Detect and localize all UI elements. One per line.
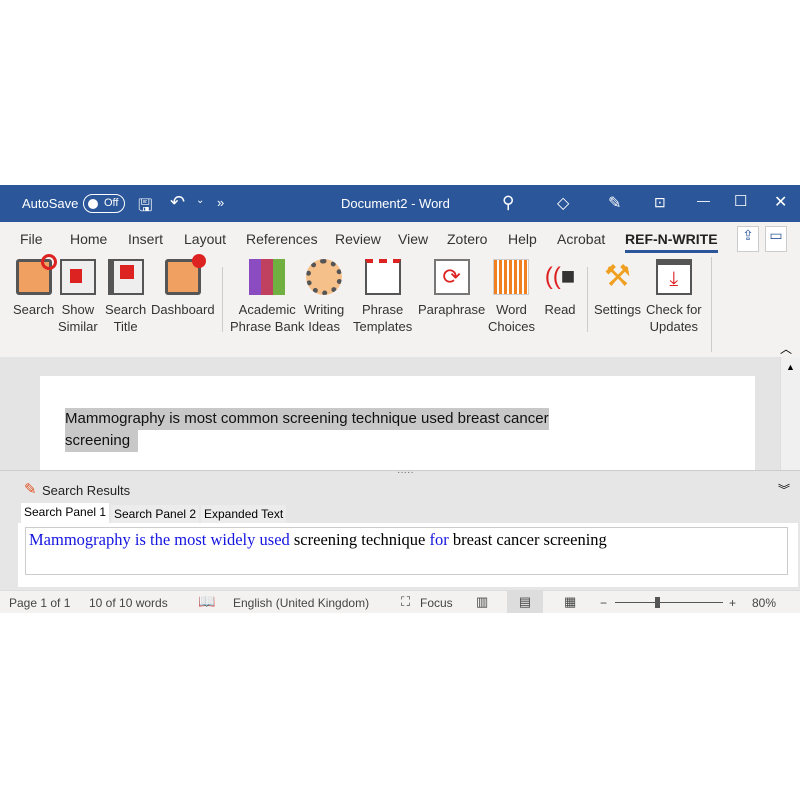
paraphrase-button[interactable]: ⟳ Paraphrase xyxy=(418,259,485,318)
undo-icon[interactable]: ↶ xyxy=(170,192,185,213)
bar-chart-icon xyxy=(493,259,530,295)
focus-button[interactable]: Focus xyxy=(420,596,453,610)
tab-review[interactable]: Review xyxy=(335,231,381,247)
ribbon-tabs: File Home Insert Layout References Revie… xyxy=(0,222,800,257)
focus-icon[interactable]: ⛶ xyxy=(401,594,410,610)
tab-layout[interactable]: Layout xyxy=(184,231,226,247)
word-count[interactable]: 10 of 10 words xyxy=(89,596,168,610)
pen-icon[interactable]: ✎ xyxy=(608,193,621,213)
tab-zotero[interactable]: Zotero xyxy=(447,231,487,247)
word-window: AutoSave Off 🖫 ↶ ⌄ » Document2 - Word ⚲ … xyxy=(0,185,800,613)
zoom-slider[interactable] xyxy=(615,597,723,608)
collapse-ribbon-icon[interactable]: ︿ xyxy=(780,340,792,357)
zoom-out-button[interactable]: − xyxy=(600,596,607,610)
result-text[interactable]: Mammography is the most widely used scre… xyxy=(25,527,788,575)
search-title-button[interactable]: Search Title xyxy=(105,259,146,335)
tab-insert[interactable]: Insert xyxy=(128,231,163,247)
tab-references[interactable]: References xyxy=(246,231,318,247)
pencil-icon: ✎ xyxy=(24,481,37,498)
tab-view[interactable]: View xyxy=(398,231,428,247)
autosave-toggle[interactable]: Off xyxy=(83,194,125,213)
zoom-slider-thumb[interactable] xyxy=(655,597,660,608)
comments-icon[interactable]: ▭ xyxy=(765,226,787,252)
show-similar-button[interactable]: Show Similar xyxy=(58,259,98,335)
autosave-label: AutoSave xyxy=(22,196,79,211)
document-area: Mammography is most common screening tec… xyxy=(0,357,780,470)
document-page[interactable]: Mammography is most common screening tec… xyxy=(40,376,755,470)
template-pencil-icon xyxy=(364,259,401,295)
tab-acrobat[interactable]: Acrobat xyxy=(557,231,605,247)
zoom-level[interactable]: 80% xyxy=(752,596,776,610)
save-icon[interactable]: 🖫 xyxy=(138,193,152,222)
proofing-icon[interactable]: 📖 xyxy=(198,593,215,610)
resize-handle[interactable]: ····· xyxy=(397,467,414,478)
tools-icon: ⚒ xyxy=(604,260,631,293)
language[interactable]: English (United Kingdom) xyxy=(233,596,369,610)
zoom-in-button[interactable]: + xyxy=(729,596,736,610)
scroll-up-icon[interactable]: ▲ xyxy=(781,362,795,372)
search-results-panel: ····· ✎ Search Results ︾ Search Panel 1 … xyxy=(0,467,800,590)
maximize-icon[interactable]: ☐ xyxy=(734,192,747,210)
tab-home[interactable]: Home xyxy=(70,231,107,247)
tab-search-panel-2[interactable]: Search Panel 2 xyxy=(111,505,200,523)
tab-file[interactable]: File xyxy=(20,231,43,247)
books-icon xyxy=(249,259,286,295)
collapse-panel-icon[interactable]: ︾ xyxy=(778,481,790,498)
undo-dropdown-icon[interactable]: ⌄ xyxy=(196,195,204,206)
separator xyxy=(222,267,223,332)
speaking-head-icon: ((■ xyxy=(544,263,576,290)
panel-title: Search Results xyxy=(42,483,131,498)
academic-phrase-bank-button[interactable]: Academic Phrase Bank xyxy=(230,259,304,335)
paraphrase-icon: ⟳ xyxy=(433,259,470,295)
separator xyxy=(587,267,588,332)
share-icon[interactable]: ⇪ xyxy=(737,226,759,252)
more-commands-icon[interactable]: » xyxy=(217,195,224,210)
minimize-icon[interactable]: — xyxy=(697,193,710,208)
print-layout-icon[interactable]: ▤ xyxy=(507,591,543,613)
title-bar: AutoSave Off 🖫 ↶ ⌄ » Document2 - Word ⚲ … xyxy=(0,185,800,222)
results-area: Mammography is the most widely used scre… xyxy=(18,523,798,587)
search-button[interactable]: Search xyxy=(13,254,57,318)
page-count[interactable]: Page 1 of 1 xyxy=(9,596,70,610)
tab-expanded-text[interactable]: Expanded Text xyxy=(201,505,287,523)
tab-ref-n-write[interactable]: REF-N-WRITE xyxy=(625,231,718,253)
ribbon-display-icon[interactable]: ⊡ xyxy=(654,194,666,211)
selected-text-line[interactable]: Mammography is most common screening tec… xyxy=(65,408,549,430)
dashboard-icon xyxy=(164,254,206,295)
dashboard-button[interactable]: Dashboard xyxy=(151,254,215,318)
phrase-templates-button[interactable]: Phrase Templates xyxy=(353,259,412,335)
lightbulb-gear-icon xyxy=(306,259,343,295)
documents-icon xyxy=(59,259,96,295)
ribbon: Search Show Similar Search Title Dashboard… xyxy=(0,254,800,357)
search-icon[interactable]: ⚲ xyxy=(502,193,514,213)
word-choices-button[interactable]: Word Choices xyxy=(488,259,535,335)
read-button[interactable]: ((■ Read xyxy=(542,259,578,318)
web-layout-icon[interactable]: ▦ xyxy=(564,594,576,610)
settings-button[interactable]: ⚒ Settings xyxy=(594,259,641,318)
vertical-scrollbar[interactable]: ▲ xyxy=(780,357,800,470)
status-bar: Page 1 of 1 10 of 10 words 📖 English (Un… xyxy=(0,590,800,613)
read-mode-icon[interactable]: ▥ xyxy=(476,594,488,610)
close-icon[interactable]: ✕ xyxy=(774,192,787,212)
window-title: Document2 - Word xyxy=(341,196,450,211)
selected-text-line[interactable]: screening xyxy=(65,430,139,452)
check-for-updates-button[interactable]: ⤓ Check for Updates xyxy=(646,259,702,335)
separator xyxy=(711,257,712,352)
download-icon: ⤓ xyxy=(655,259,692,295)
writing-ideas-button[interactable]: Writing Ideas xyxy=(304,259,344,335)
diamond-icon[interactable]: ◇ xyxy=(557,193,569,213)
search-tool-icon xyxy=(15,254,57,295)
tab-help[interactable]: Help xyxy=(508,231,537,247)
book-title-icon xyxy=(107,259,144,295)
tab-search-panel-1[interactable]: Search Panel 1 xyxy=(21,503,110,523)
